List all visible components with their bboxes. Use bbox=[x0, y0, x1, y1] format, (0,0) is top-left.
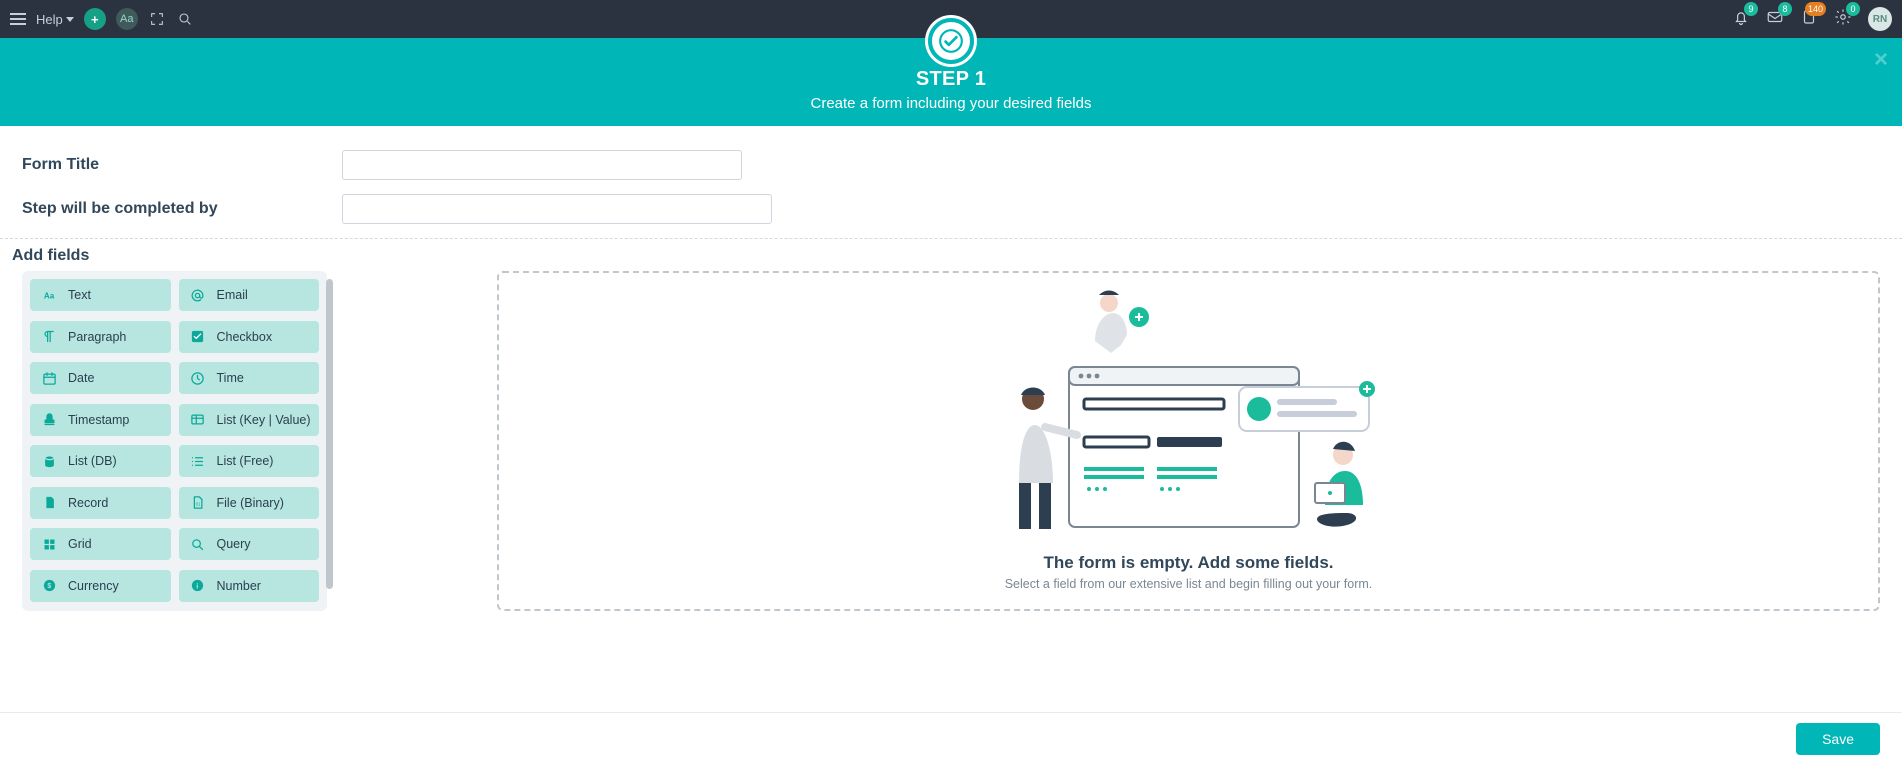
messages-badge: 8 bbox=[1778, 2, 1792, 16]
field-tile-time[interactable]: Time bbox=[179, 362, 320, 394]
email-icon bbox=[187, 288, 209, 303]
empty-illustration bbox=[999, 287, 1379, 547]
field-tile-timestamp[interactable]: Timestamp bbox=[30, 404, 171, 436]
save-button[interactable]: Save bbox=[1796, 723, 1880, 755]
footer: Save bbox=[0, 712, 1902, 765]
step-banner: STEP 1 Create a form including your desi… bbox=[0, 38, 1902, 126]
fullscreen-icon[interactable] bbox=[148, 10, 166, 28]
text-icon: Aa bbox=[38, 288, 60, 303]
field-tile-list-db[interactable]: List (DB) bbox=[30, 445, 171, 477]
field-tile-email[interactable]: Email bbox=[179, 279, 320, 311]
field-tile-date[interactable]: Date bbox=[30, 362, 171, 394]
timestamp-icon bbox=[38, 412, 60, 427]
grid-icon bbox=[38, 537, 60, 552]
field-tile-label: Record bbox=[68, 496, 108, 510]
help-label: Help bbox=[36, 12, 63, 27]
field-tile-label: Date bbox=[68, 371, 94, 385]
field-tile-label: Text bbox=[68, 288, 91, 302]
step-check-icon bbox=[928, 18, 974, 64]
field-tile-file-binary[interactable]: 01 File (Binary) bbox=[179, 487, 320, 519]
messages-icon[interactable]: 8 bbox=[1766, 8, 1784, 31]
field-tile-list-free[interactable]: List (Free) bbox=[179, 445, 320, 477]
field-tile-grid[interactable]: Grid bbox=[30, 528, 171, 560]
field-tile-label: Query bbox=[217, 537, 251, 551]
date-icon bbox=[38, 371, 60, 386]
field-tile-list-kv[interactable]: List (Key | Value) bbox=[179, 404, 320, 436]
field-palette: Aa Text Email Paragraph Checkbox Date Time Time… bbox=[22, 271, 327, 611]
avatar[interactable]: RN bbox=[1868, 7, 1892, 31]
completed-by-input[interactable] bbox=[342, 194, 772, 224]
field-tile-label: Checkbox bbox=[217, 330, 273, 344]
settings-icon[interactable]: 0 bbox=[1834, 8, 1852, 31]
field-tile-label: File (Binary) bbox=[217, 496, 284, 510]
svg-text:Aa: Aa bbox=[43, 291, 54, 300]
menu-icon[interactable] bbox=[10, 13, 26, 25]
tasks-badge: 140 bbox=[1805, 2, 1826, 16]
close-icon[interactable]: × bbox=[1874, 46, 1888, 74]
field-tile-label: Time bbox=[217, 371, 244, 385]
tasks-icon[interactable]: 140 bbox=[1800, 8, 1818, 31]
empty-state-title: The form is empty. Add some fields. bbox=[1044, 553, 1334, 573]
field-tile-label: Grid bbox=[68, 537, 92, 551]
field-tile-label: Number bbox=[217, 579, 261, 593]
paragraph-icon bbox=[38, 329, 60, 344]
step-title: STEP 1 bbox=[0, 68, 1902, 91]
number-icon: i bbox=[187, 578, 209, 593]
field-tile-label: List (Key | Value) bbox=[217, 413, 311, 427]
field-tile-paragraph[interactable]: Paragraph bbox=[30, 321, 171, 353]
field-tile-query[interactable]: Query bbox=[179, 528, 320, 560]
form-title-label: Form Title bbox=[22, 156, 342, 174]
notifications-badge: 9 bbox=[1744, 2, 1758, 16]
field-tile-record[interactable]: Record bbox=[30, 487, 171, 519]
field-tile-label: List (Free) bbox=[217, 454, 274, 468]
search-icon[interactable] bbox=[176, 10, 194, 28]
field-tile-label: Email bbox=[217, 288, 248, 302]
time-icon bbox=[187, 371, 209, 386]
completed-by-label: Step will be completed by bbox=[22, 200, 342, 218]
notifications-icon[interactable]: 9 bbox=[1732, 8, 1750, 31]
help-menu[interactable]: Help bbox=[36, 12, 74, 27]
palette-scrollbar[interactable] bbox=[326, 279, 333, 589]
file-binary-icon: 01 bbox=[187, 495, 209, 510]
checkbox-icon bbox=[187, 329, 209, 344]
currency-icon: $ bbox=[38, 578, 60, 593]
field-tile-label: Currency bbox=[68, 579, 119, 593]
list-free-icon bbox=[187, 454, 209, 469]
field-tile-label: List (DB) bbox=[68, 454, 117, 468]
form-canvas[interactable]: The form is empty. Add some fields. Sele… bbox=[497, 271, 1880, 611]
list-db-icon bbox=[38, 454, 60, 469]
add-fields-heading: Add fields bbox=[12, 247, 1880, 265]
field-tile-text[interactable]: Aa Text bbox=[30, 279, 171, 311]
field-tile-label: Timestamp bbox=[68, 413, 129, 427]
field-tile-checkbox[interactable]: Checkbox bbox=[179, 321, 320, 353]
record-icon bbox=[38, 495, 60, 510]
text-size-button[interactable]: Aa bbox=[116, 8, 138, 30]
list-kv-icon bbox=[187, 412, 209, 427]
query-icon bbox=[187, 537, 209, 552]
add-new-button[interactable]: + bbox=[84, 8, 106, 30]
divider bbox=[0, 238, 1902, 239]
settings-badge: 0 bbox=[1846, 2, 1860, 16]
step-subtitle: Create a form including your desired fie… bbox=[0, 95, 1902, 112]
field-tile-currency[interactable]: $ Currency bbox=[30, 570, 171, 602]
chevron-down-icon bbox=[66, 17, 74, 22]
svg-text:01: 01 bbox=[196, 502, 201, 507]
field-tile-label: Paragraph bbox=[68, 330, 126, 344]
svg-text:i: i bbox=[196, 582, 198, 591]
empty-state-desc: Select a field from our extensive list a… bbox=[1005, 577, 1373, 591]
field-tile-number[interactable]: i Number bbox=[179, 570, 320, 602]
form-title-input[interactable] bbox=[342, 150, 742, 180]
svg-text:$: $ bbox=[47, 583, 51, 590]
